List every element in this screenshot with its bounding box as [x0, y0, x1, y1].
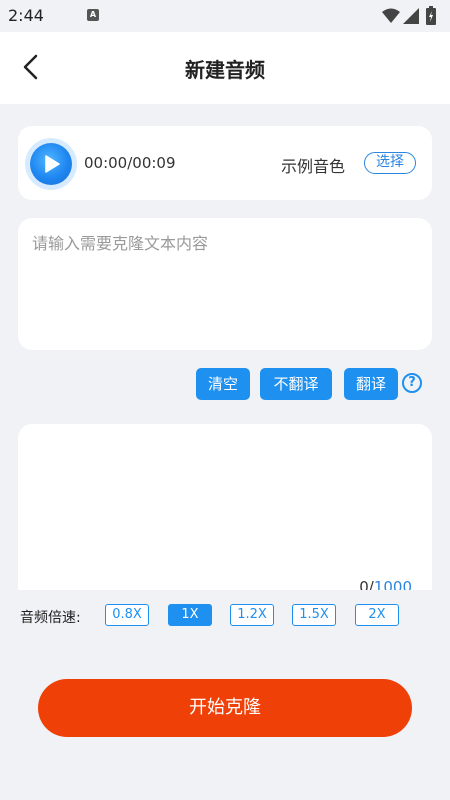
sample-voice-label: 示例音色 — [281, 157, 346, 176]
speed-option-2x[interactable]: 2X — [355, 604, 399, 626]
app-bar: 新建音频 — [0, 32, 450, 104]
output-card: 0/1000 — [18, 424, 432, 590]
sample-voice-card: 00:00/00:09 示例音色 选择 — [18, 126, 432, 200]
char-counter: 0/1000 — [359, 578, 412, 590]
clone-text-input[interactable] — [30, 228, 424, 344]
select-voice-button[interactable]: 选择 — [364, 152, 416, 174]
speed-option-1-5x[interactable]: 1.5X — [292, 604, 336, 626]
speed-option-0-8x[interactable]: 0.8X — [105, 604, 149, 626]
status-time: 2:44 — [8, 6, 44, 25]
text-input-card — [18, 218, 432, 350]
start-clone-button[interactable]: 开始克隆 — [38, 679, 412, 737]
system-icons — [382, 6, 442, 26]
status-bar: 2:44 A — [0, 0, 450, 32]
speed-option-1-2x[interactable]: 1.2X — [230, 604, 274, 626]
wifi-icon — [382, 8, 400, 23]
playback-duration: 00:00/00:09 — [84, 154, 176, 172]
question-circle-icon[interactable]: ? — [402, 373, 422, 393]
signal-icon — [403, 8, 419, 24]
play-button[interactable] — [30, 143, 72, 185]
notification-badge-icon: A — [87, 9, 99, 21]
speed-option-1x[interactable]: 1X — [168, 604, 212, 626]
no-translate-button[interactable]: 不翻译 — [260, 368, 332, 400]
translate-button[interactable]: 翻译 — [344, 368, 398, 400]
battery-icon — [426, 6, 436, 25]
page-title: 新建音频 — [185, 58, 265, 82]
speed-label: 音频倍速: — [20, 610, 81, 626]
clear-button[interactable]: 清空 — [196, 368, 250, 400]
play-icon — [45, 155, 60, 173]
char-count: 0/ — [359, 578, 374, 590]
char-max: 1000 — [373, 578, 412, 590]
speed-row: 音频倍速: 0.8X 1X 1.2X 1.5X 2X — [0, 600, 450, 632]
